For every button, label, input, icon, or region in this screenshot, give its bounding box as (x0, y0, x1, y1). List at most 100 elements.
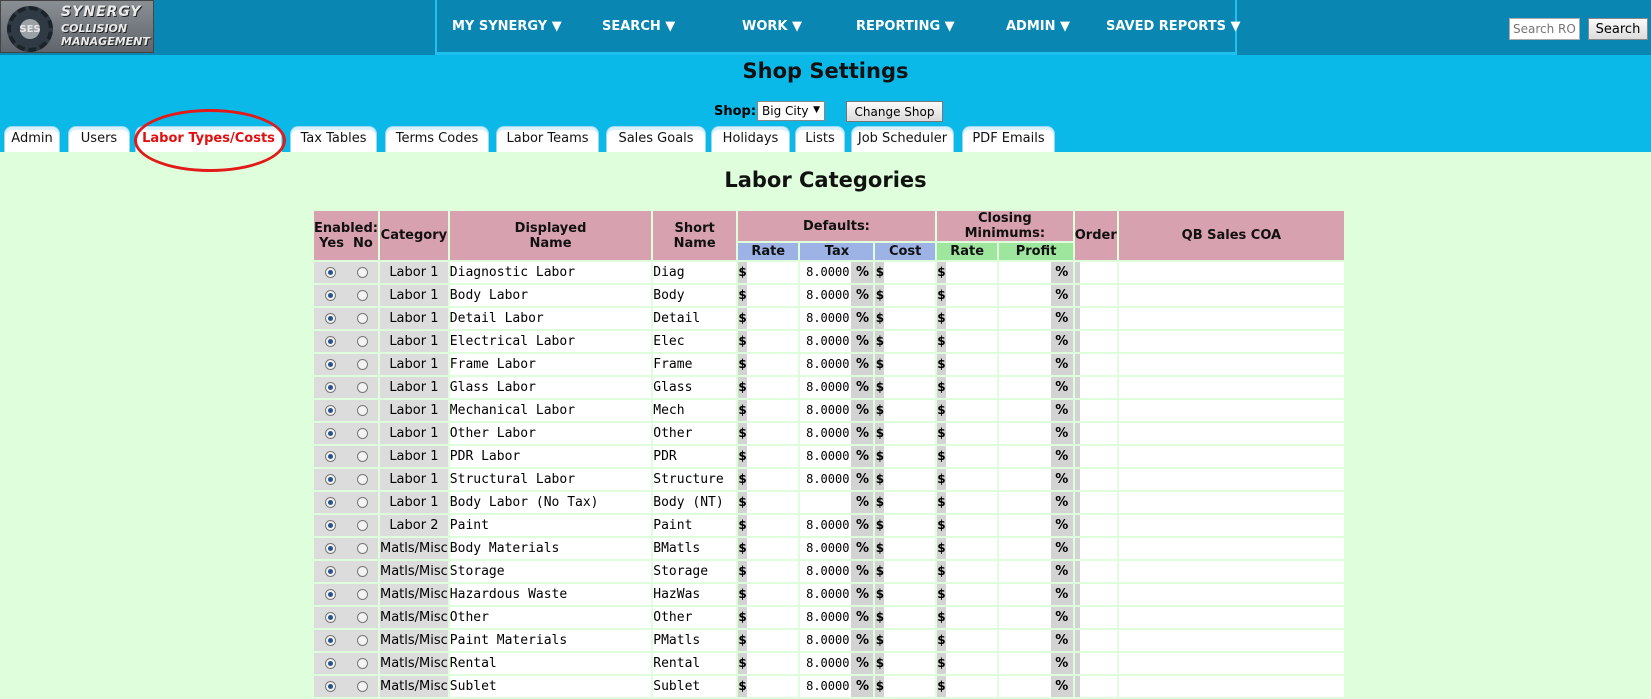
category-cell[interactable]: Labor 1 (380, 446, 448, 467)
qb-sales-coa-input[interactable] (1118, 584, 1344, 605)
qb-sales-coa-input[interactable] (1118, 676, 1344, 697)
rate-input[interactable]: $ (738, 538, 799, 559)
displayed-name-input[interactable]: Other Labor (449, 423, 652, 444)
enabled-no-radio[interactable] (356, 336, 368, 347)
order-input[interactable] (1074, 607, 1117, 628)
order-input[interactable] (1074, 446, 1117, 467)
rate-input[interactable]: $ (738, 469, 799, 490)
order-input[interactable] (1074, 469, 1117, 490)
enabled-no-radio[interactable] (356, 589, 368, 600)
enabled-yes-radio[interactable] (324, 336, 336, 347)
category-cell[interactable]: Matls/Misc (380, 607, 448, 628)
enabled-no-radio[interactable] (356, 474, 368, 485)
displayed-name-input[interactable]: Mechanical Labor (449, 400, 652, 421)
enabled-no-radio[interactable] (356, 359, 368, 370)
enabled-no-radio[interactable] (356, 497, 368, 508)
rate-input[interactable]: $ (738, 285, 799, 306)
enabled-no-radio[interactable] (356, 635, 368, 646)
profit-input[interactable]: % (999, 377, 1073, 398)
enabled-no-radio[interactable] (356, 612, 368, 623)
tab-pdf-emails[interactable]: PDF Emails (962, 126, 1055, 152)
category-cell[interactable]: Labor 2 (380, 515, 448, 536)
search-ro-input[interactable] (1509, 18, 1580, 40)
qb-sales-coa-input[interactable] (1118, 469, 1344, 490)
enabled-no-radio[interactable] (356, 313, 368, 324)
short-name-input[interactable]: Structure (653, 469, 736, 490)
enabled-yes-radio[interactable] (324, 658, 336, 669)
closing-rate-input[interactable]: $ (936, 584, 998, 605)
cost-input[interactable]: $ (875, 331, 935, 352)
displayed-name-input[interactable]: Hazardous Waste (449, 584, 652, 605)
cost-input[interactable]: $ (875, 377, 935, 398)
order-input[interactable] (1074, 515, 1117, 536)
cost-input[interactable]: $ (875, 423, 935, 444)
short-name-input[interactable]: Other (653, 423, 736, 444)
short-name-input[interactable]: PMatls (653, 630, 736, 651)
qb-sales-coa-input[interactable] (1118, 400, 1344, 421)
displayed-name-input[interactable]: Diagnostic Labor (449, 262, 652, 283)
enabled-no-radio[interactable] (356, 543, 368, 554)
qb-sales-coa-input[interactable] (1118, 561, 1344, 582)
cost-input[interactable]: $ (875, 538, 935, 559)
short-name-input[interactable]: HazWas (653, 584, 736, 605)
enabled-yes-radio[interactable] (324, 359, 336, 370)
closing-rate-input[interactable]: $ (936, 630, 998, 651)
short-name-input[interactable]: BMatls (653, 538, 736, 559)
category-cell[interactable]: Matls/Misc (380, 561, 448, 582)
order-input[interactable] (1074, 285, 1117, 306)
closing-rate-input[interactable]: $ (936, 285, 998, 306)
tax-input[interactable]: 8.0000% (800, 262, 874, 283)
short-name-input[interactable]: Frame (653, 354, 736, 375)
closing-rate-input[interactable]: $ (936, 423, 998, 444)
enabled-yes-radio[interactable] (324, 428, 336, 439)
order-input[interactable] (1074, 492, 1117, 513)
profit-input[interactable]: % (999, 423, 1073, 444)
category-cell[interactable]: Matls/Misc (380, 584, 448, 605)
closing-rate-input[interactable]: $ (936, 262, 998, 283)
displayed-name-input[interactable]: Other (449, 607, 652, 628)
enabled-yes-radio[interactable] (324, 405, 336, 416)
enabled-no-radio[interactable] (356, 658, 368, 669)
enabled-yes-radio[interactable] (324, 290, 336, 301)
tax-input[interactable]: 8.0000% (800, 538, 874, 559)
order-input[interactable] (1074, 377, 1117, 398)
enabled-yes-radio[interactable] (324, 520, 336, 531)
tax-input[interactable]: 8.0000% (800, 400, 874, 421)
cost-input[interactable]: $ (875, 676, 935, 697)
cost-input[interactable]: $ (875, 446, 935, 467)
tab-terms-codes[interactable]: Terms Codes (385, 126, 489, 152)
profit-input[interactable]: % (999, 515, 1073, 536)
short-name-input[interactable]: Paint (653, 515, 736, 536)
short-name-input[interactable]: Other (653, 607, 736, 628)
displayed-name-input[interactable]: Body Labor (No Tax) (449, 492, 652, 513)
rate-input[interactable]: $ (738, 607, 799, 628)
tax-input[interactable]: 8.0000% (800, 285, 874, 306)
rate-input[interactable]: $ (738, 354, 799, 375)
closing-rate-input[interactable]: $ (936, 469, 998, 490)
nav-saved-reports[interactable]: SAVED REPORTS ▼ (1106, 19, 1240, 34)
tab-holidays[interactable]: Holidays (711, 126, 790, 152)
order-input[interactable] (1074, 331, 1117, 352)
tax-input[interactable]: 8.0000% (800, 515, 874, 536)
enabled-no-radio[interactable] (356, 566, 368, 577)
category-cell[interactable]: Labor 1 (380, 400, 448, 421)
qb-sales-coa-input[interactable] (1118, 377, 1344, 398)
tab-users[interactable]: Users (68, 126, 130, 152)
order-input[interactable] (1074, 630, 1117, 651)
tax-input[interactable]: 8.0000% (800, 331, 874, 352)
cost-input[interactable]: $ (875, 515, 935, 536)
short-name-input[interactable]: Detail (653, 308, 736, 329)
closing-rate-input[interactable]: $ (936, 446, 998, 467)
profit-input[interactable]: % (999, 630, 1073, 651)
rate-input[interactable]: $ (738, 515, 799, 536)
enabled-yes-radio[interactable] (324, 635, 336, 646)
enabled-no-radio[interactable] (356, 681, 368, 692)
profit-input[interactable]: % (999, 285, 1073, 306)
closing-rate-input[interactable]: $ (936, 400, 998, 421)
rate-input[interactable]: $ (738, 400, 799, 421)
displayed-name-input[interactable]: Paint (449, 515, 652, 536)
qb-sales-coa-input[interactable] (1118, 515, 1344, 536)
tax-input[interactable]: 8.0000% (800, 377, 874, 398)
profit-input[interactable]: % (999, 469, 1073, 490)
tab-labor-teams[interactable]: Labor Teams (496, 126, 599, 152)
